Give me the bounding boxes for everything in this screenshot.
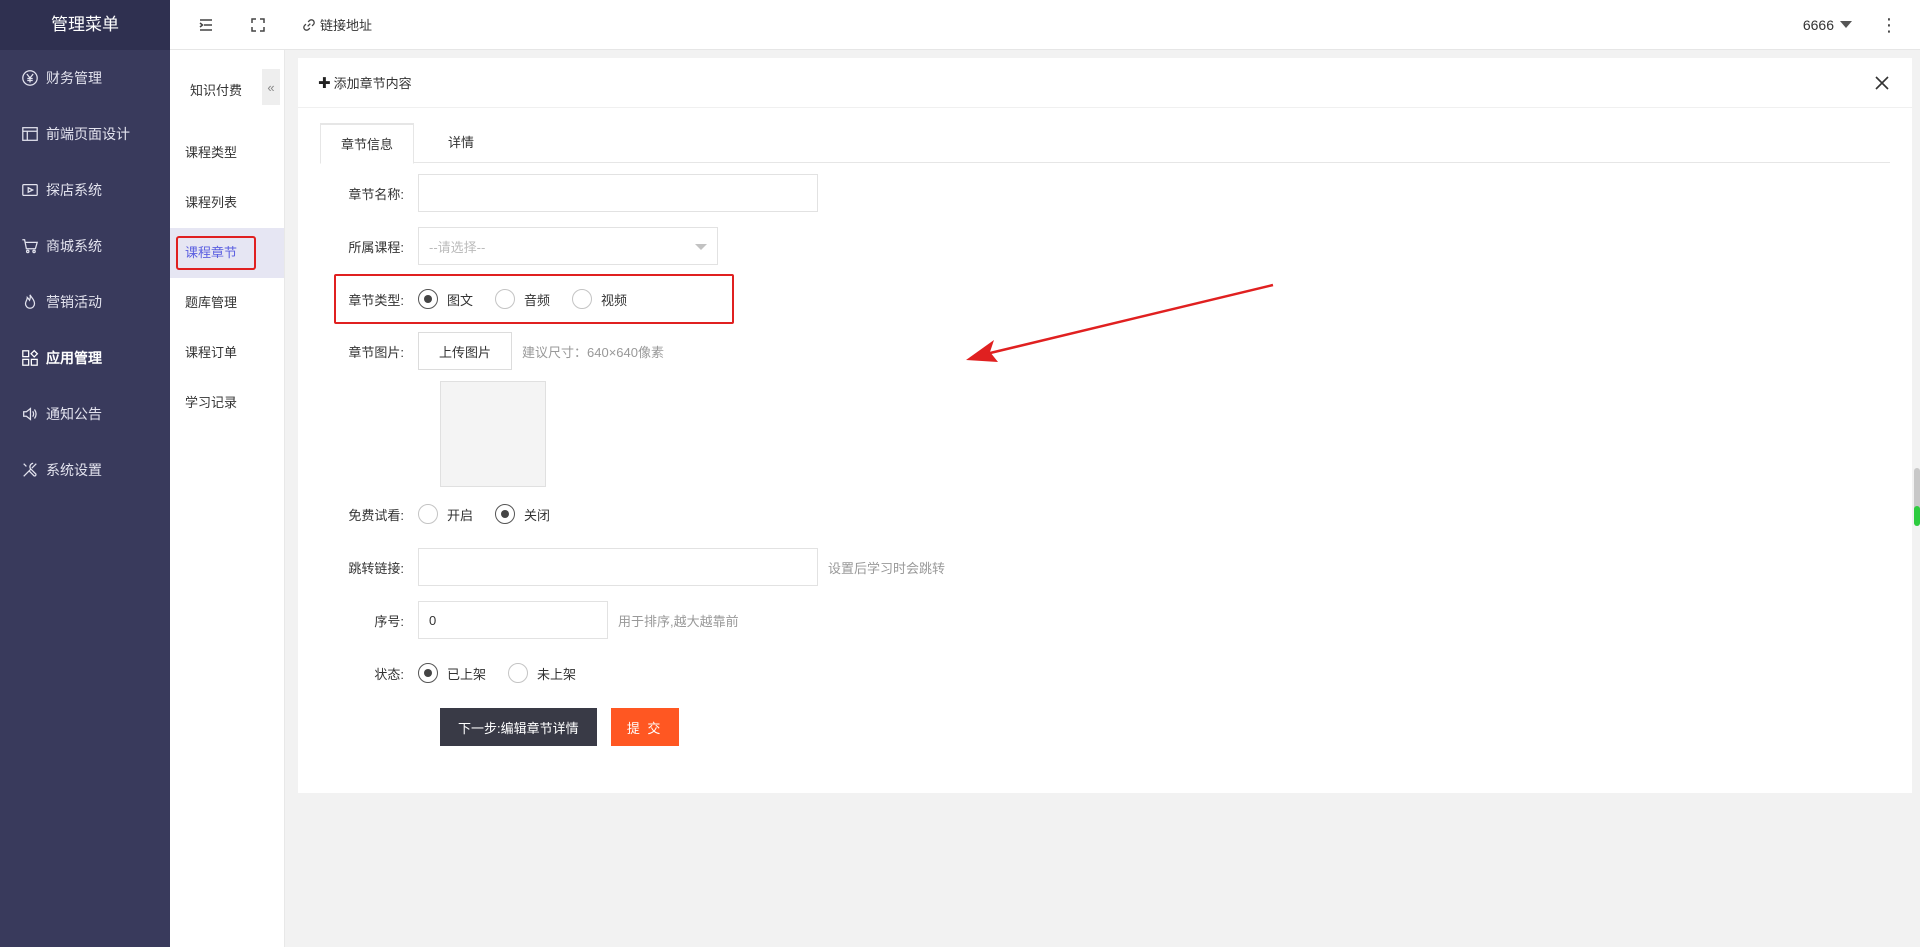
order-input[interactable]: 0 bbox=[418, 601, 608, 639]
radio-trial-on[interactable]: 开启 bbox=[418, 504, 473, 524]
sidebar-item-explore-system[interactable]: 探店系统 bbox=[0, 162, 170, 218]
image-size-hint: 建议尺寸：640×640像素 bbox=[522, 344, 664, 360]
sidebar-item-label: 系统设置 bbox=[46, 462, 102, 478]
sidebar-item-label: 前端页面设计 bbox=[46, 126, 130, 142]
jump-link-label: 跳转链接: bbox=[348, 560, 404, 576]
radio-type-video[interactable]: 视频 bbox=[572, 289, 627, 309]
sidebar-item-marketing[interactable]: 营销活动 bbox=[0, 274, 170, 330]
chapter-name-label: 章节名称: bbox=[348, 186, 404, 202]
image-preview bbox=[440, 381, 546, 487]
course-select-placeholder: --请选择-- bbox=[429, 239, 486, 255]
fullscreen-icon bbox=[251, 17, 265, 32]
tools-icon bbox=[20, 460, 40, 480]
chapter-type-label: 章节类型: bbox=[348, 292, 404, 308]
radio-trial-off[interactable]: 关闭 bbox=[495, 504, 550, 524]
submenu-item-study-records[interactable]: 学习记录 bbox=[170, 378, 284, 428]
plus-icon: ✚ bbox=[318, 74, 331, 92]
radio-status-listed[interactable]: 已上架 bbox=[418, 663, 486, 683]
more-vertical-icon[interactable]: ⋮ bbox=[1862, 0, 1920, 50]
submenu-item-course-type[interactable]: 课程类型 bbox=[170, 128, 284, 178]
sidebar-item-label: 商城系统 bbox=[46, 238, 102, 254]
jump-link-hint: 设置后学习时会跳转 bbox=[828, 560, 946, 576]
main-sidebar: 管理菜单 财务管理 前端页面设计 探店系统 商城系统 营销活动 应用管理 通知公… bbox=[0, 0, 170, 947]
fullscreen-button[interactable] bbox=[232, 0, 284, 50]
radio-label: 关闭 bbox=[524, 507, 551, 523]
radio-label: 视频 bbox=[601, 292, 628, 308]
video-icon bbox=[20, 180, 40, 200]
radio-circle bbox=[572, 289, 593, 309]
collapse-submenu-button[interactable]: « bbox=[262, 69, 280, 105]
order-hint: 用于排序,越大越靠前 bbox=[618, 613, 739, 629]
card-title: 添加章节内容 bbox=[333, 76, 412, 91]
apps-icon bbox=[20, 348, 40, 368]
username: 6666 bbox=[1802, 16, 1834, 33]
scrollbar[interactable] bbox=[1914, 468, 1920, 526]
radio-status-unlisted[interactable]: 未上架 bbox=[508, 663, 576, 683]
free-trial-label: 免费试看: bbox=[348, 507, 404, 523]
sidebar-item-frontend-design[interactable]: 前端页面设计 bbox=[0, 106, 170, 162]
tab-bar: 章节信息 详情 bbox=[320, 123, 1890, 164]
user-menu[interactable]: 6666 bbox=[1793, 17, 1862, 33]
jump-link-input[interactable] bbox=[418, 548, 818, 586]
submenu-item-course-chapter[interactable]: 课程章节 bbox=[170, 228, 284, 278]
sidebar-title: 管理菜单 bbox=[0, 0, 170, 50]
submenu-title: 知识付费 bbox=[190, 82, 243, 98]
course-label: 所属课程: bbox=[348, 239, 404, 255]
layout-icon bbox=[20, 124, 40, 144]
chapter-name-input[interactable] bbox=[418, 174, 818, 212]
radio-type-audio[interactable]: 音频 bbox=[495, 289, 550, 309]
highlight-box bbox=[176, 236, 256, 270]
order-label: 序号: bbox=[374, 613, 404, 629]
radio-label: 未上架 bbox=[537, 666, 577, 682]
submenu-item-question-bank[interactable]: 题库管理 bbox=[170, 278, 284, 328]
top-header: 链接地址 6666 ⋮ bbox=[170, 0, 1920, 50]
cart-icon bbox=[20, 236, 40, 256]
sidebar-item-app-management[interactable]: 应用管理 bbox=[0, 330, 170, 386]
annotation-arrow bbox=[966, 283, 1274, 362]
link-address-button[interactable]: 链接地址 bbox=[284, 0, 390, 50]
sidebar-item-label: 应用管理 bbox=[46, 350, 102, 366]
radio-type-graphic[interactable]: 图文 bbox=[418, 289, 473, 309]
submenu-item-course-orders[interactable]: 课程订单 bbox=[170, 328, 284, 378]
sidebar-item-label: 财务管理 bbox=[46, 70, 102, 86]
sidebar-item-finance[interactable]: 财务管理 bbox=[0, 50, 170, 106]
next-step-button[interactable]: 下一步:编辑章节详情 bbox=[440, 708, 597, 746]
chevron-down-icon bbox=[695, 244, 707, 250]
submit-button[interactable]: 提 交 bbox=[610, 708, 679, 746]
sidebar-item-mall-system[interactable]: 商城系统 bbox=[0, 218, 170, 274]
radio-circle bbox=[418, 289, 438, 309]
yen-icon bbox=[20, 68, 40, 88]
radio-circle bbox=[495, 289, 516, 309]
course-select[interactable]: --请选择-- bbox=[418, 227, 718, 265]
link-icon bbox=[303, 18, 315, 31]
tab-details[interactable]: 详情 bbox=[428, 123, 494, 163]
sidebar-item-label: 通知公告 bbox=[46, 406, 102, 422]
sub-menu: 知识付费 « 课程类型 课程列表 课程章节 题库管理 课程订单 学习记录 bbox=[170, 50, 285, 947]
sidebar-item-system-settings[interactable]: 系统设置 bbox=[0, 442, 170, 498]
radio-circle bbox=[418, 504, 438, 524]
radio-circle bbox=[508, 663, 529, 683]
radio-circle bbox=[418, 663, 438, 683]
close-icon[interactable] bbox=[1874, 75, 1890, 91]
speaker-icon bbox=[20, 404, 40, 424]
radio-label: 音频 bbox=[524, 292, 551, 308]
fire-icon bbox=[20, 292, 40, 312]
status-label: 状态: bbox=[374, 666, 404, 682]
sidebar-item-label: 营销活动 bbox=[46, 294, 102, 310]
toggle-menu-button[interactable] bbox=[180, 0, 232, 50]
radio-label: 图文 bbox=[447, 292, 474, 308]
tab-chapter-info[interactable]: 章节信息 bbox=[320, 123, 415, 164]
chapter-image-label: 章节图片: bbox=[348, 344, 404, 360]
radio-label: 开启 bbox=[447, 507, 474, 523]
sidebar-item-label: 探店系统 bbox=[46, 182, 102, 198]
submenu-item-course-list[interactable]: 课程列表 bbox=[170, 178, 284, 228]
radio-label: 已上架 bbox=[447, 666, 487, 682]
sidebar-item-notice[interactable]: 通知公告 bbox=[0, 386, 170, 442]
link-address-label: 链接地址 bbox=[320, 18, 373, 33]
radio-circle bbox=[495, 504, 516, 524]
indent-icon bbox=[199, 18, 212, 31]
caret-down-icon bbox=[1840, 21, 1852, 28]
add-chapter-card: ✚ 添加章节内容 章节信息 详情 章节名称: 所属课程: --请选择-- 章节类… bbox=[298, 58, 1912, 793]
upload-image-button[interactable]: 上传图片 bbox=[418, 332, 512, 370]
